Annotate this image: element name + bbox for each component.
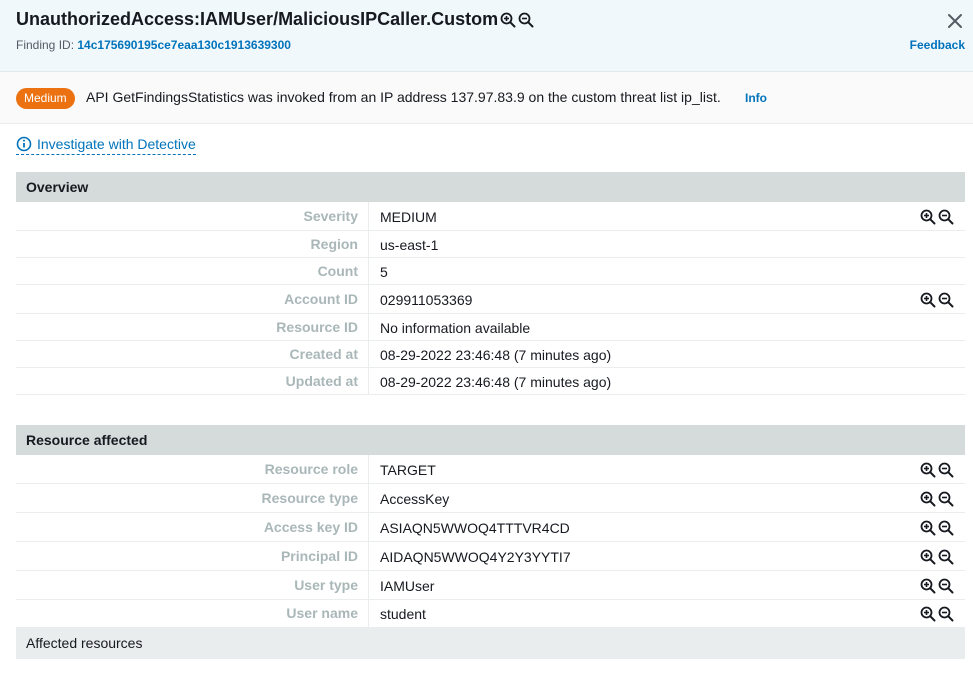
field-label: User type	[294, 577, 358, 593]
zoom-out-icon[interactable]	[938, 292, 954, 308]
field-value: MEDIUM	[380, 209, 437, 225]
field-value: TARGET	[380, 462, 436, 478]
column-divider	[368, 571, 369, 599]
field-label: Principal ID	[280, 548, 358, 564]
field-value: No information available	[380, 320, 531, 336]
filter-actions	[920, 292, 954, 308]
feedback-link[interactable]: Feedback	[910, 38, 965, 52]
overview-section-title: Overview	[16, 172, 965, 202]
column-divider	[368, 513, 369, 541]
close-icon[interactable]	[946, 12, 964, 30]
zoom-out-icon[interactable]	[938, 520, 954, 536]
affected-resources-expander[interactable]: Affected resources	[16, 628, 965, 659]
column-divider	[368, 231, 369, 257]
filter-actions	[920, 520, 954, 536]
zoom-out-icon[interactable]	[938, 578, 954, 594]
zoom-out-icon[interactable]	[518, 12, 534, 28]
investigate-with-detective-link[interactable]: Investigate with Detective	[16, 136, 196, 155]
zoom-in-icon[interactable]	[920, 520, 936, 536]
filter-actions	[920, 462, 954, 478]
table-row: Created at 08-29-2022 23:46:48 (7 minutes…	[16, 341, 965, 368]
field-value: student	[380, 606, 426, 622]
table-row: Updated at 08-29-2022 23:46:48 (7 minutes…	[16, 368, 965, 395]
field-label: Region	[310, 236, 358, 252]
finding-id-label: Finding ID:	[16, 38, 75, 52]
zoom-out-icon[interactable]	[938, 549, 954, 565]
finding-id-value[interactable]: 14c175690195ce7eaa130c1913639300	[77, 38, 291, 52]
title-filter-actions	[500, 12, 534, 28]
table-row: Resource ID No information available	[16, 314, 965, 341]
finding-summary: Medium API GetFindingsStatistics was inv…	[0, 72, 973, 124]
field-value: IAMUser	[380, 578, 435, 594]
field-label: Resource ID	[276, 319, 358, 335]
column-divider	[368, 600, 369, 627]
filter-actions	[920, 491, 954, 507]
field-label: Severity	[303, 208, 358, 224]
column-divider	[368, 285, 369, 313]
column-divider	[368, 202, 369, 230]
column-divider	[368, 258, 369, 284]
filter-actions	[920, 549, 954, 565]
finding-description: API GetFindingsStatistics was invoked fr…	[86, 89, 721, 105]
table-row: Account ID 029911053369	[16, 285, 965, 314]
field-label: Updated at	[285, 373, 358, 389]
column-divider	[368, 455, 369, 483]
page-title: UnauthorizedAccess:IAMUser/MaliciousIPCa…	[16, 9, 499, 29]
field-value: ASIAQN5WWOQ4TTTVR4CD	[380, 520, 570, 536]
field-label: User name	[286, 605, 358, 621]
filter-actions	[920, 209, 954, 225]
zoom-in-icon[interactable]	[920, 606, 936, 622]
zoom-in-icon[interactable]	[920, 462, 936, 478]
zoom-in-icon[interactable]	[920, 549, 936, 565]
info-link[interactable]: Info	[745, 91, 767, 105]
column-divider	[368, 341, 369, 367]
field-label: Count	[317, 263, 358, 279]
filter-actions	[920, 606, 954, 622]
info-circle-icon	[16, 136, 32, 152]
table-row: Resource role TARGET	[16, 455, 965, 484]
table-row: Count 5	[16, 258, 965, 285]
table-row: Severity MEDIUM	[16, 202, 965, 231]
zoom-out-icon[interactable]	[938, 462, 954, 478]
column-divider	[368, 368, 369, 394]
field-label: Resource type	[261, 490, 358, 506]
column-divider	[368, 314, 369, 340]
field-label: Account ID	[284, 291, 358, 307]
zoom-in-icon[interactable]	[920, 491, 936, 507]
field-value: 08-29-2022 23:46:48 (7 minutes ago)	[380, 374, 612, 390]
zoom-out-icon[interactable]	[938, 209, 954, 225]
table-row: User type IAMUser	[16, 571, 965, 600]
zoom-in-icon[interactable]	[500, 12, 516, 28]
field-value: 029911053369	[380, 292, 473, 308]
field-label: Access key ID	[263, 519, 358, 535]
zoom-in-icon[interactable]	[920, 209, 936, 225]
table-row: Resource type AccessKey	[16, 484, 965, 513]
resource-affected-section-title: Resource affected	[16, 425, 965, 455]
column-divider	[368, 484, 369, 512]
table-row: Access key ID ASIAQN5WWOQ4TTTVR4CD	[16, 513, 965, 542]
column-divider	[368, 542, 369, 570]
zoom-out-icon[interactable]	[938, 491, 954, 507]
field-value: us-east-1	[380, 237, 439, 253]
field-label: Created at	[289, 346, 358, 362]
finding-header: UnauthorizedAccess:IAMUser/MaliciousIPCa…	[0, 0, 973, 72]
field-value: 5	[380, 264, 388, 280]
severity-badge: Medium	[16, 88, 75, 109]
finding-id: Finding ID: 14c175690195ce7eaa130c191363…	[16, 38, 291, 52]
field-value: 08-29-2022 23:46:48 (7 minutes ago)	[380, 347, 612, 363]
field-label: Resource role	[264, 461, 358, 477]
table-row: Region us-east-1	[16, 231, 965, 258]
investigate-label: Investigate with Detective	[37, 136, 196, 152]
zoom-in-icon[interactable]	[920, 578, 936, 594]
table-row: Principal ID AIDAQN5WWOQ4Y2Y3YYTI7	[16, 542, 965, 571]
zoom-out-icon[interactable]	[938, 606, 954, 622]
zoom-in-icon[interactable]	[920, 292, 936, 308]
field-value: AIDAQN5WWOQ4Y2Y3YYTI7	[380, 549, 571, 565]
filter-actions	[920, 578, 954, 594]
field-value: AccessKey	[380, 491, 450, 507]
table-row: User name student	[16, 600, 965, 628]
